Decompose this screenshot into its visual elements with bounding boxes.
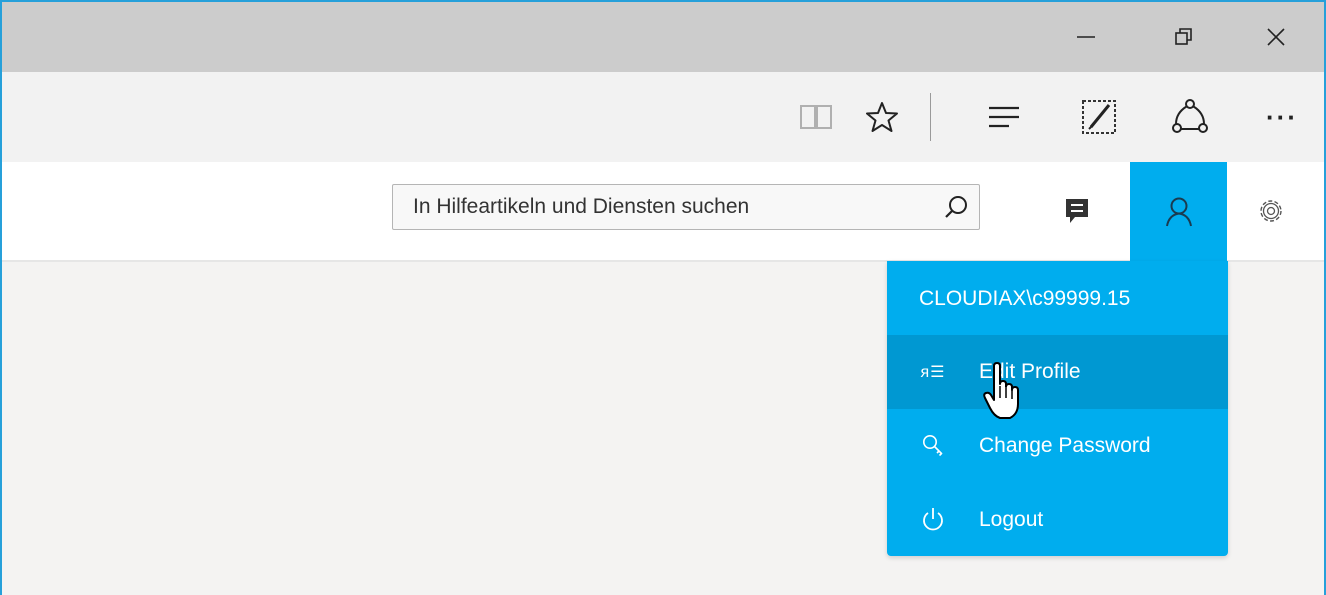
reading-view-icon: [800, 105, 832, 129]
browser-toolbar: ···: [2, 72, 1324, 162]
user-menu-button[interactable]: [1130, 162, 1227, 261]
power-icon: [887, 483, 979, 557]
web-note-button[interactable]: [1069, 72, 1129, 162]
minimize-icon: [1077, 36, 1095, 38]
hand-cursor-icon: [983, 362, 1019, 419]
restore-icon: [1175, 28, 1192, 45]
search-icon[interactable]: [933, 185, 979, 229]
profile-icon: ᴙ☰: [920, 364, 946, 381]
web-note-icon: [1082, 100, 1116, 134]
reading-view-button[interactable]: [786, 72, 846, 162]
gear-icon: [1260, 200, 1282, 222]
search-box: [392, 184, 980, 230]
menu-item-edit-profile[interactable]: ᴙ☰ Edit Profile: [887, 335, 1228, 409]
username-label: CLOUDIAX\c99999.15: [919, 287, 1131, 310]
search-input[interactable]: [393, 184, 933, 230]
minimize-button[interactable]: [1046, 2, 1126, 72]
menu-item-label: Logout: [979, 508, 1044, 531]
toolbar-separator: [930, 93, 931, 141]
browser-window: ··· In Hilfeartikeln und Diensten suchen…: [0, 0, 1326, 595]
menu-item-label: Change Password: [979, 434, 1151, 457]
restore-button[interactable]: [1144, 2, 1224, 72]
feedback-icon: [1066, 199, 1088, 223]
share-button[interactable]: [1160, 72, 1220, 162]
favorites-button[interactable]: [852, 72, 912, 162]
app-header: [2, 162, 1324, 262]
key-icon: [887, 409, 979, 483]
user-dropdown-menu: CLOUDIAX\c99999.15 ᴙ☰ Edit Profile Chang…: [887, 261, 1228, 556]
menu-item-change-password[interactable]: Change Password: [887, 409, 1228, 483]
feedback-button[interactable]: [1052, 162, 1102, 260]
more-icon: ···: [1266, 101, 1298, 132]
title-bar: [2, 2, 1324, 72]
close-button[interactable]: [1236, 2, 1316, 72]
hub-button[interactable]: [974, 72, 1034, 162]
user-icon: [1165, 197, 1192, 226]
share-icon: [1172, 99, 1208, 133]
favorites-star-icon: [866, 102, 898, 132]
close-icon: [1267, 28, 1285, 46]
menu-item-logout[interactable]: Logout: [887, 483, 1228, 557]
hub-icon: [989, 106, 1019, 128]
settings-button[interactable]: [1246, 162, 1296, 260]
more-button[interactable]: ···: [1252, 72, 1312, 162]
